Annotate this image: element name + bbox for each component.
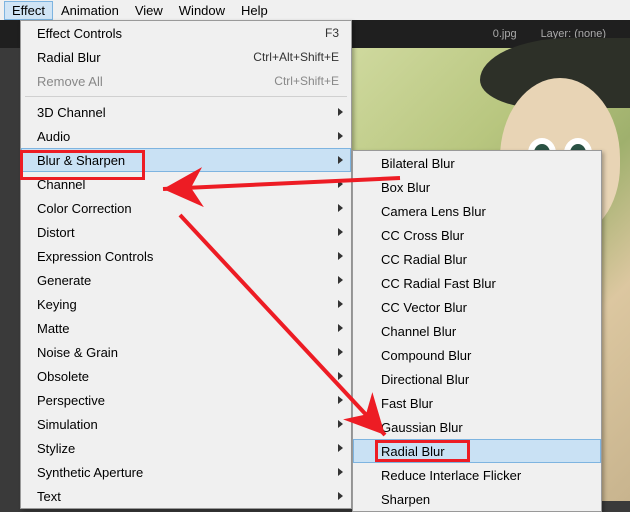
- effect-item-radial-blur[interactable]: Radial BlurCtrl+Alt+Shift+E: [21, 45, 351, 69]
- effect-item-stylize[interactable]: Stylize: [21, 436, 351, 460]
- document-tab[interactable]: 0.jpg: [493, 28, 541, 40]
- blur-item-cc-radial-fast-blur[interactable]: CC Radial Fast Blur: [353, 271, 601, 295]
- menu-animation[interactable]: Animation: [53, 1, 127, 20]
- menu-item-label: Matte: [37, 321, 330, 336]
- effect-item-expression-controls[interactable]: Expression Controls: [21, 244, 351, 268]
- submenu-arrow-icon: [338, 204, 343, 212]
- blur-item-bilateral-blur[interactable]: Bilateral Blur: [353, 151, 601, 175]
- submenu-arrow-icon: [338, 324, 343, 332]
- menu-item-label: CC Radial Blur: [381, 252, 593, 267]
- menu-help[interactable]: Help: [233, 1, 276, 20]
- blur-item-directional-blur[interactable]: Directional Blur: [353, 367, 601, 391]
- blur-item-cc-vector-blur[interactable]: CC Vector Blur: [353, 295, 601, 319]
- effect-dropdown: Effect ControlsF3Radial BlurCtrl+Alt+Shi…: [20, 20, 352, 509]
- menu-item-label: Generate: [37, 273, 330, 288]
- submenu-arrow-icon: [338, 132, 343, 140]
- menu-item-shortcut: Ctrl+Alt+Shift+E: [253, 50, 343, 64]
- blur-item-channel-blur[interactable]: Channel Blur: [353, 319, 601, 343]
- menu-item-label: Synthetic Aperture: [37, 465, 330, 480]
- effect-item-text[interactable]: Text: [21, 484, 351, 508]
- submenu-arrow-icon: [338, 492, 343, 500]
- menu-item-label: Reduce Interlace Flicker: [381, 468, 593, 483]
- effect-item-generate[interactable]: Generate: [21, 268, 351, 292]
- effect-item-simulation[interactable]: Simulation: [21, 412, 351, 436]
- menubar: Effect Animation View Window Help: [0, 0, 630, 20]
- submenu-arrow-icon: [338, 420, 343, 428]
- menu-item-label: CC Vector Blur: [381, 300, 593, 315]
- annotation-box-radial-blur: [375, 440, 470, 462]
- effect-item-perspective[interactable]: Perspective: [21, 388, 351, 412]
- effect-item-obsolete[interactable]: Obsolete: [21, 364, 351, 388]
- submenu-arrow-icon: [338, 348, 343, 356]
- submenu-arrow-icon: [338, 444, 343, 452]
- menu-item-label: Simulation: [37, 417, 330, 432]
- menu-item-label: Color Correction: [37, 201, 330, 216]
- menu-item-label: CC Radial Fast Blur: [381, 276, 593, 291]
- effect-item-separator: [25, 96, 347, 97]
- menu-item-label: Bilateral Blur: [381, 156, 593, 171]
- menu-item-label: Noise & Grain: [37, 345, 330, 360]
- menu-item-label: Audio: [37, 129, 330, 144]
- menu-item-label: Obsolete: [37, 369, 330, 384]
- blur-item-reduce-interlace-flicker[interactable]: Reduce Interlace Flicker: [353, 463, 601, 487]
- annotation-box-blur-sharpen: [20, 150, 145, 180]
- menu-item-label: Fast Blur: [381, 396, 593, 411]
- effect-item-effect-controls[interactable]: Effect ControlsF3: [21, 21, 351, 45]
- menu-item-label: Expression Controls: [37, 249, 330, 264]
- menu-item-label: Remove All: [37, 74, 274, 89]
- menu-item-label: Gaussian Blur: [381, 420, 593, 435]
- submenu-arrow-icon: [338, 108, 343, 116]
- blur-item-compound-blur[interactable]: Compound Blur: [353, 343, 601, 367]
- menu-item-label: Directional Blur: [381, 372, 593, 387]
- submenu-arrow-icon: [338, 180, 343, 188]
- menu-item-label: Effect Controls: [37, 26, 325, 41]
- menu-item-label: 3D Channel: [37, 105, 330, 120]
- effect-item-noise-grain[interactable]: Noise & Grain: [21, 340, 351, 364]
- menu-item-label: Radial Blur: [37, 50, 253, 65]
- effect-item-3d-channel[interactable]: 3D Channel: [21, 100, 351, 124]
- menu-item-label: CC Cross Blur: [381, 228, 593, 243]
- menu-item-label: Text: [37, 489, 330, 504]
- submenu-arrow-icon: [338, 276, 343, 284]
- menu-item-label: Camera Lens Blur: [381, 204, 593, 219]
- effect-item-color-correction[interactable]: Color Correction: [21, 196, 351, 220]
- effect-item-matte[interactable]: Matte: [21, 316, 351, 340]
- menu-item-label: Sharpen: [381, 492, 593, 507]
- menu-item-label: Channel Blur: [381, 324, 593, 339]
- effect-item-keying[interactable]: Keying: [21, 292, 351, 316]
- menu-item-label: Distort: [37, 225, 330, 240]
- menu-item-label: Keying: [37, 297, 330, 312]
- blur-item-sharpen[interactable]: Sharpen: [353, 487, 601, 511]
- submenu-arrow-icon: [338, 156, 343, 164]
- blur-item-cc-cross-blur[interactable]: CC Cross Blur: [353, 223, 601, 247]
- menu-item-shortcut: Ctrl+Shift+E: [274, 74, 343, 88]
- submenu-arrow-icon: [338, 468, 343, 476]
- menu-effect[interactable]: Effect: [4, 1, 53, 20]
- effect-item-distort[interactable]: Distort: [21, 220, 351, 244]
- submenu-arrow-icon: [338, 252, 343, 260]
- effect-item-audio[interactable]: Audio: [21, 124, 351, 148]
- blur-item-cc-radial-blur[interactable]: CC Radial Blur: [353, 247, 601, 271]
- blur-item-gaussian-blur[interactable]: Gaussian Blur: [353, 415, 601, 439]
- menu-view[interactable]: View: [127, 1, 171, 20]
- submenu-arrow-icon: [338, 228, 343, 236]
- effect-item-remove-all: Remove AllCtrl+Shift+E: [21, 69, 351, 93]
- submenu-arrow-icon: [338, 372, 343, 380]
- blur-item-fast-blur[interactable]: Fast Blur: [353, 391, 601, 415]
- blur-item-box-blur[interactable]: Box Blur: [353, 175, 601, 199]
- menu-item-label: Stylize: [37, 441, 330, 456]
- menu-item-label: Box Blur: [381, 180, 593, 195]
- menu-item-label: Compound Blur: [381, 348, 593, 363]
- submenu-arrow-icon: [338, 396, 343, 404]
- submenu-arrow-icon: [338, 300, 343, 308]
- effect-item-synthetic-aperture[interactable]: Synthetic Aperture: [21, 460, 351, 484]
- menu-item-shortcut: F3: [325, 26, 343, 40]
- menu-item-label: Perspective: [37, 393, 330, 408]
- menu-window[interactable]: Window: [171, 1, 233, 20]
- blur-item-camera-lens-blur[interactable]: Camera Lens Blur: [353, 199, 601, 223]
